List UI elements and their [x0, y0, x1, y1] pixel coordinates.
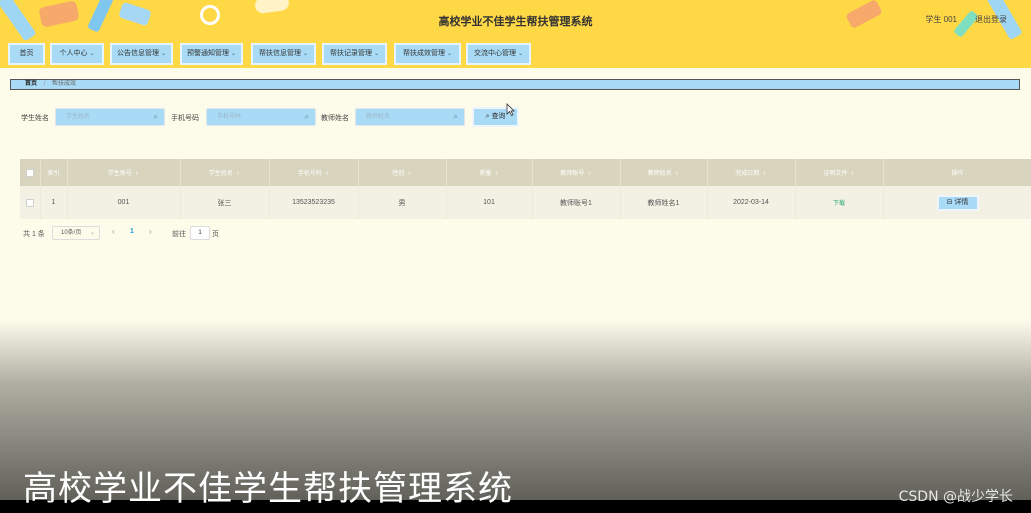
nav-item-assistance-results[interactable]: 帮扶成效管理 ⌄: [394, 43, 461, 65]
cell-completion-date: 2022-03-14: [707, 186, 796, 219]
column-header-student-name[interactable]: 学生姓名 ⇕: [180, 159, 270, 186]
sort-icon[interactable]: ⇕: [587, 171, 591, 177]
cell-gender: 男: [358, 186, 447, 219]
student-name-input[interactable]: 学生姓名 ⌕: [55, 108, 165, 126]
download-link[interactable]: 下载: [833, 201, 845, 207]
cell-student-name: 张三: [180, 186, 270, 219]
detail-button[interactable]: ⊟ 详情: [936, 194, 979, 211]
column-header-file[interactable]: 证明文件 ⇕: [795, 159, 884, 186]
breadcrumb-separator: /: [43, 81, 46, 87]
goto-page-input[interactable]: 1: [190, 226, 210, 240]
breadcrumb: 首页 / 帮扶成效: [10, 79, 1020, 90]
column-header-score[interactable]: 质量 ⇕: [446, 159, 533, 186]
cell-action: ⊟ 详情: [883, 186, 1031, 219]
chevron-down-icon: ⌄: [517, 51, 524, 57]
sort-icon[interactable]: ⇕: [762, 171, 766, 177]
select-all-checkbox[interactable]: [25, 168, 34, 177]
search-icon: ⌕: [153, 112, 158, 121]
search-icon: ⌕: [304, 112, 309, 121]
page-size-select[interactable]: 10条/页 ⌄: [52, 226, 100, 240]
student-name-label: 学生姓名: [21, 115, 49, 122]
table-header-row: 索引 学生账号 ⇕ 学生姓名 ⇕ 手机号码 ⇕ 性别 ⇕ 质量 ⇕ 教师账号 ⇕ 教师姓名 ⇕…: [20, 159, 1031, 186]
cursor-icon: [506, 103, 515, 116]
column-header-student-account[interactable]: 学生账号 ⇕: [67, 159, 181, 186]
column-header-teacher-name[interactable]: 教师姓名 ⇕: [620, 159, 708, 186]
logout-link[interactable]: 退出登录: [975, 14, 1007, 25]
chevron-down-icon: ⌄: [89, 230, 95, 236]
chevron-down-icon: ⌄: [446, 51, 453, 57]
chevron-down-icon: ⌄: [302, 51, 309, 57]
chevron-down-icon: ⌄: [160, 51, 167, 57]
row-checkbox-cell[interactable]: [20, 186, 41, 219]
top-banner: 高校学业不佳学生帮扶管理系统 学生 001 退出登录: [0, 0, 1031, 40]
column-header-action: 操作: [883, 159, 1031, 186]
results-table: 索引 学生账号 ⇕ 学生姓名 ⇕ 手机号码 ⇕ 性别 ⇕ 质量 ⇕ 教师账号 ⇕ 教师姓名 ⇕…: [20, 159, 1031, 219]
goto-label: 前往: [172, 231, 186, 238]
nav-item-announcements[interactable]: 公告信息管理 ⌄: [110, 43, 173, 65]
next-page-button[interactable]: ›: [149, 227, 152, 236]
row-checkbox[interactable]: [25, 198, 34, 207]
current-user: 学生 001: [925, 15, 957, 24]
phone-input[interactable]: 手机号码 ⌕: [206, 108, 316, 126]
nav-item-personal-center[interactable]: 个人中心 ⌄: [50, 43, 104, 65]
system-title: 高校学业不佳学生帮扶管理系统: [438, 16, 593, 28]
main-nav: 首页 个人中心 ⌄ 公告信息管理 ⌄ 预警通知管理 ⌄ 帮扶信息管理 ⌄ 帮扶记录管理 ⌄…: [0, 40, 1031, 68]
nav-item-warnings[interactable]: 预警通知管理 ⌄: [180, 43, 243, 65]
teacher-name-input[interactable]: 教师姓名 ⌕: [355, 108, 465, 126]
pagination-total: 共 1 条: [23, 231, 45, 238]
cell-index: 1: [40, 186, 68, 219]
watermark: CSDN @战少学长: [898, 489, 1013, 505]
detail-icon: ⊟: [946, 198, 953, 206]
column-header-phone[interactable]: 手机号码 ⇕: [269, 159, 359, 186]
current-page[interactable]: 1: [130, 228, 134, 235]
cell-phone: 13523523235: [269, 186, 359, 219]
chevron-down-icon: ⌄: [230, 51, 237, 57]
column-header-completion-date[interactable]: 完成日期 ⇕: [707, 159, 796, 186]
cell-student-account: 001: [67, 186, 181, 219]
teacher-name-label: 教师姓名: [321, 115, 349, 122]
table-row: 1 001 张三 13523523235 男 101 教师账号1 教师姓名1 2…: [20, 186, 1031, 219]
nav-item-assistance-records[interactable]: 帮扶记录管理 ⌄: [322, 43, 387, 65]
select-all-checkbox-cell[interactable]: [20, 159, 41, 186]
column-header-teacher-account[interactable]: 教师账号 ⇕: [532, 159, 621, 186]
sort-icon[interactable]: ⇕: [675, 171, 679, 177]
sort-icon[interactable]: ⇕: [236, 171, 240, 177]
video-caption: 高校学业不佳学生帮扶管理系统: [23, 469, 513, 509]
phone-label: 手机号码: [171, 115, 199, 122]
nav-item-home[interactable]: 首页: [8, 43, 45, 65]
sort-icon[interactable]: ⇕: [494, 171, 498, 177]
search-icon: ⌕: [453, 112, 458, 121]
page-unit-label: 页: [212, 231, 219, 238]
cell-teacher-name: 教师姓名1: [620, 186, 708, 219]
sort-icon[interactable]: ⇕: [325, 171, 329, 177]
sort-icon[interactable]: ⇕: [850, 171, 854, 177]
search-icon: ⌕: [485, 113, 490, 120]
sort-icon[interactable]: ⇕: [407, 171, 411, 177]
nav-item-assistance-info[interactable]: 帮扶信息管理 ⌄: [251, 43, 316, 65]
column-header-index: 索引: [40, 159, 68, 186]
cell-file: 下载: [795, 186, 884, 219]
nav-item-communication[interactable]: 交流中心管理 ⌄: [466, 43, 531, 65]
cell-score: 101: [446, 186, 533, 219]
chevron-down-icon: ⌄: [89, 51, 95, 57]
breadcrumb-current: 帮扶成效: [52, 81, 77, 87]
prev-page-button[interactable]: ‹: [112, 227, 115, 236]
column-header-gender[interactable]: 性别 ⇕: [358, 159, 447, 186]
chevron-down-icon: ⌄: [373, 51, 380, 57]
cell-teacher-account: 教师账号1: [532, 186, 621, 219]
breadcrumb-home[interactable]: 首页: [25, 81, 37, 87]
sort-icon[interactable]: ⇕: [135, 171, 139, 177]
